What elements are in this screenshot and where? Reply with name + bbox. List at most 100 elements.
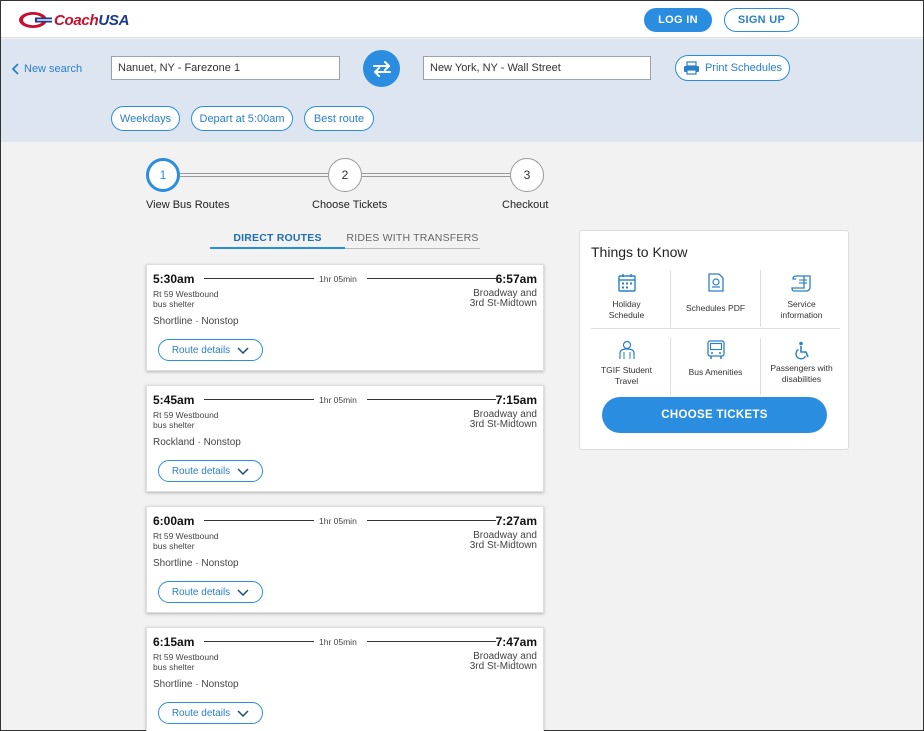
service-type: Rockland · Nonstop: [153, 437, 241, 448]
calendar-icon: [617, 273, 636, 292]
swap-arrows-icon: [372, 60, 391, 77]
route-line: [204, 641, 314, 642]
scroll-icon: [790, 274, 811, 292]
info-label-line2: Schedule: [608, 310, 645, 320]
choose-tickets-button[interactable]: CHOOSE TICKETS: [602, 397, 827, 433]
trip-duration: 1hr 05min: [319, 637, 357, 647]
route-card[interactable]: 6:00am 1hr 05min 7:27am Rt 59 Westbound …: [146, 506, 544, 613]
route-line: [367, 399, 496, 400]
origin-stop: Rt 59 Westbound: [153, 410, 219, 420]
step-1-circle[interactable]: 1: [146, 158, 180, 192]
route-details-label: Route details: [171, 465, 231, 477]
route-type-tabs: DIRECT ROUTES RIDES WITH TRANSFERS: [210, 228, 480, 249]
origin-stop: Rt 59 Westbound: [153, 531, 219, 541]
swap-direction-button[interactable]: [363, 50, 400, 87]
route-card[interactable]: 5:30am 1hr 05min 6:57am Rt 59 Westbound …: [146, 264, 544, 371]
arrival-time: 7:27am: [495, 514, 537, 528]
route-line: [204, 399, 314, 400]
route-line: [204, 520, 314, 521]
destination-stop-detail: 3rd St-Midtown: [469, 661, 537, 672]
wheelchair-icon: [794, 341, 809, 360]
route-line: [367, 641, 496, 642]
arrival-time: 6:57am: [495, 272, 537, 286]
info-label-line2: Travel: [614, 376, 639, 386]
info-bus-amenities[interactable]: Bus Amenities: [674, 338, 757, 400]
logo-mark-icon: [19, 12, 52, 28]
things-to-know-panel: Things to Know Holiday Schedule Schedules…: [579, 230, 849, 450]
print-schedules-button[interactable]: Print Schedules: [675, 55, 790, 81]
pdf-document-icon: [707, 272, 724, 292]
route-details-button[interactable]: Route details: [158, 581, 263, 603]
service-type: Shortline · Nonstop: [153, 558, 239, 569]
info-schedules-pdf[interactable]: Schedules PDF: [674, 270, 757, 332]
route-details-label: Route details: [171, 586, 231, 598]
origin-stop-detail: bus shelter: [153, 299, 195, 309]
route-card[interactable]: 6:15am 1hr 05min 7:47am Rt 59 Westbound …: [146, 627, 544, 731]
route-details-label: Route details: [171, 344, 231, 356]
top-bar: CoachUSA LOG IN SIGN UP: [1, 1, 923, 38]
info-tgif-student-travel[interactable]: TGIF Student Travel: [585, 338, 668, 400]
route-details-button[interactable]: Route details: [158, 702, 263, 724]
search-panel: New search Nanuet, NY - Farezone 1 New Y…: [1, 39, 923, 142]
filter-depart-time-button[interactable]: Depart at 5:00am: [191, 106, 293, 131]
signup-button[interactable]: SIGN UP: [724, 8, 799, 32]
logo-text-coach: Coach: [54, 11, 99, 29]
print-schedules-label: Print Schedules: [704, 62, 783, 74]
new-search-label: New search: [24, 63, 83, 75]
info-holiday-schedule[interactable]: Holiday Schedule: [585, 270, 668, 332]
chevron-down-icon: [237, 346, 249, 354]
tab-rides-with-transfers[interactable]: RIDES WITH TRANSFERS: [345, 228, 480, 248]
printer-icon: [683, 61, 699, 75]
student-icon: [618, 340, 635, 359]
info-label-line2: disabilities: [781, 374, 822, 384]
divider: [670, 270, 671, 327]
step-2-circle[interactable]: 2: [328, 158, 362, 192]
route-details-button[interactable]: Route details: [158, 339, 263, 361]
divider: [670, 338, 671, 395]
info-service-information[interactable]: Service information: [760, 270, 843, 332]
trip-duration: 1hr 05min: [319, 395, 357, 405]
step-3-circle[interactable]: 3: [510, 158, 544, 192]
origin-stop: Rt 59 Westbound: [153, 652, 219, 662]
route-card[interactable]: 5:45am 1hr 05min 7:15am Rt 59 Westbound …: [146, 385, 544, 492]
chevron-left-icon: [12, 63, 19, 75]
logo-text-usa: USA: [98, 11, 130, 29]
coach-usa-logo[interactable]: CoachUSA: [18, 10, 129, 30]
origin-stop-detail: bus shelter: [153, 662, 195, 672]
route-details-button[interactable]: Route details: [158, 460, 263, 482]
info-label-line2: information: [780, 310, 823, 320]
service-type: Shortline · Nonstop: [153, 316, 239, 327]
info-label-line1: Schedules PDF: [685, 303, 746, 313]
destination-stop-detail: 3rd St-Midtown: [469, 298, 537, 309]
destination-input[interactable]: New York, NY - Wall Street: [423, 56, 651, 80]
progress-stepper: 1 2 3 View Bus Routes Choose Tickets Che…: [1, 156, 601, 216]
info-passengers-with-disabilities[interactable]: Passengers with disabilities: [760, 338, 843, 400]
step-connector: [180, 173, 328, 177]
info-links-grid: Holiday Schedule Schedules PDF Service inf…: [591, 270, 840, 395]
trip-duration: 1hr 05min: [319, 274, 357, 284]
service-type: Shortline · Nonstop: [153, 679, 239, 690]
route-line: [367, 278, 496, 279]
step-connector: [362, 173, 510, 177]
chevron-down-icon: [237, 709, 249, 717]
filter-days-button[interactable]: Weekdays: [111, 106, 180, 131]
arrival-time: 7:15am: [495, 393, 537, 407]
arrival-time: 7:47am: [495, 635, 537, 649]
step-1-label: View Bus Routes: [146, 199, 230, 211]
step-3-label: Checkout: [502, 199, 549, 211]
tab-direct-routes[interactable]: DIRECT ROUTES: [210, 228, 345, 249]
route-line: [204, 278, 314, 279]
login-button[interactable]: LOG IN: [644, 8, 712, 32]
info-label-line1: Bus Amenities: [688, 367, 743, 377]
origin-input[interactable]: Nanuet, NY - Farezone 1: [111, 56, 340, 80]
destination-stop-detail: 3rd St-Midtown: [469, 540, 537, 551]
filter-sort-button[interactable]: Best route: [304, 106, 374, 131]
departure-time: 5:45am: [153, 393, 195, 407]
chevron-down-icon: [237, 467, 249, 475]
origin-stop: Rt 59 Westbound: [153, 289, 219, 299]
new-search-link[interactable]: New search: [12, 63, 82, 75]
chevron-down-icon: [237, 588, 249, 596]
route-details-label: Route details: [171, 707, 231, 719]
departure-time: 6:15am: [153, 635, 195, 649]
trip-duration: 1hr 05min: [319, 516, 357, 526]
